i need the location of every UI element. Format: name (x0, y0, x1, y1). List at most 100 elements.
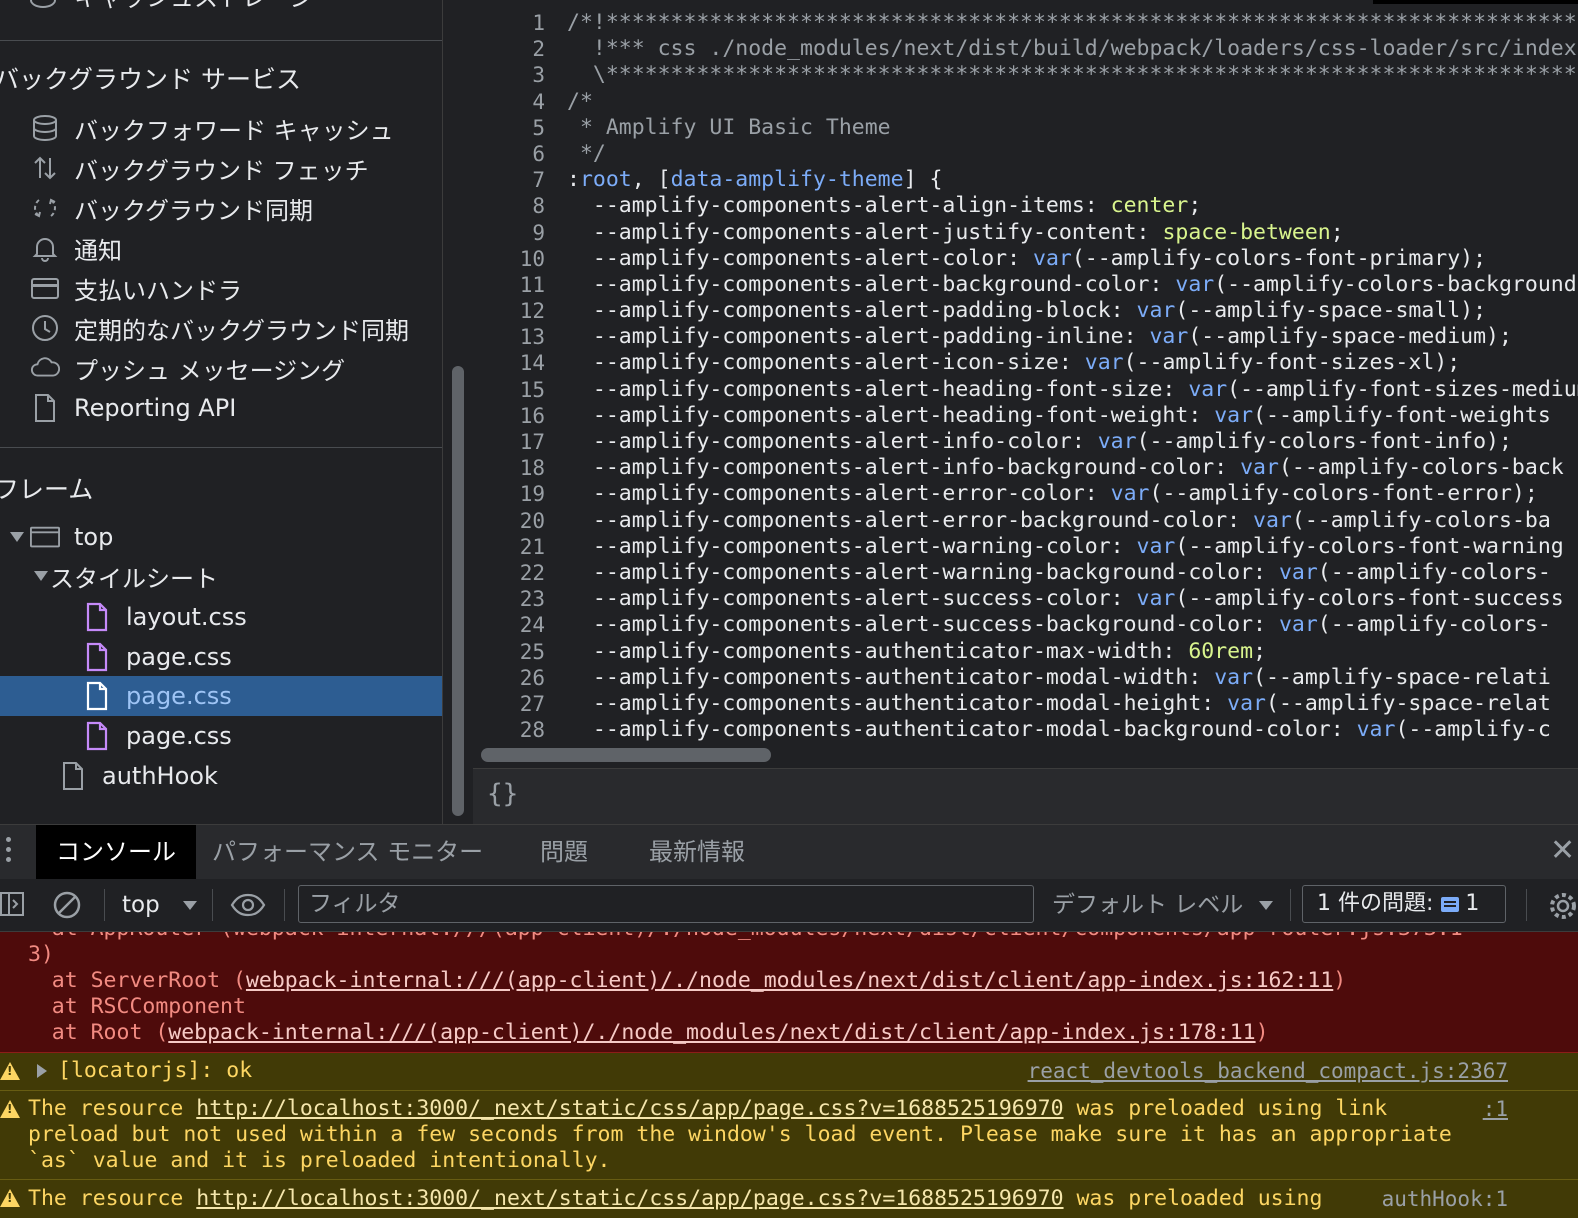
toolbar-separator (284, 889, 285, 921)
eye-icon[interactable] (230, 893, 266, 921)
log-levels-dropdown[interactable]: デフォルト レベル (1052, 879, 1273, 931)
issues-count: 1 (1465, 891, 1480, 916)
resource-link[interactable]: http://localhost:3000/_next/static/css/a… (196, 1186, 1063, 1211)
sidebar-item-label: 定期的なバックグラウンド同期 (74, 316, 410, 345)
line-number: 14 (519, 351, 545, 376)
console-messages[interactable]: at AppRouter (webpack-internal:///(app-c… (0, 932, 1578, 1218)
code-line: /*!*************************************… (567, 10, 1578, 35)
code-line: --amplify-components-authenticator-modal… (567, 690, 1551, 716)
context-selector[interactable]: top (122, 879, 198, 931)
error-stack-line: at RSCComponent (0, 994, 246, 1019)
css-file-icon (82, 681, 112, 711)
tab-issues[interactable]: 問題 (540, 825, 588, 879)
console-toolbar: top フィルタ デフォルト レベル 1 件の問題: 1 (0, 879, 1578, 932)
code-line: --amplify-components-alert-warning-backg… (567, 559, 1551, 585)
section-divider (0, 40, 442, 41)
line-number: 12 (519, 299, 545, 324)
script-item[interactable]: authHook (58, 756, 218, 796)
line-number: 22 (519, 560, 545, 585)
source-link[interactable]: :1 (1483, 1097, 1508, 1121)
sidebar-item-bfcache[interactable]: バックフォワード キャッシュ (30, 108, 394, 148)
cache-storage-item[interactable]: キャッシュストレージ (30, 0, 314, 12)
sidebar-item-periodic-sync[interactable]: 定期的なバックグラウンド同期 (30, 308, 409, 348)
line-number: 10 (519, 246, 545, 271)
scrollbar-thumb[interactable] (481, 748, 771, 762)
issues-button[interactable]: 1 件の問題: 1 (1302, 885, 1506, 923)
resource-link[interactable]: http://localhost:3000/_next/static/css/a… (196, 1096, 1063, 1121)
sidebar-item-reporting-api[interactable]: Reporting API (30, 388, 236, 428)
stylesheet-item[interactable]: page.css (82, 716, 232, 756)
pretty-print-icon[interactable]: {} (487, 779, 518, 809)
line-number: 23 (519, 587, 545, 612)
tab-performance-monitor[interactable]: パフォーマンス モニター (212, 825, 483, 879)
close-icon[interactable]: ✕ (1550, 833, 1575, 868)
clear-console-icon[interactable] (52, 890, 82, 924)
editor-footer: {} (473, 768, 1578, 825)
stack-text: 3) (28, 942, 54, 967)
line-number: 5 (532, 115, 545, 140)
frame-top[interactable]: top (10, 517, 113, 557)
code-line: --amplify-components-alert-color: var(--… (567, 245, 1487, 271)
stylesheets-folder[interactable]: スタイルシート (34, 556, 218, 596)
css-file-icon (82, 721, 112, 751)
sidebar-toggle-icon[interactable] (0, 891, 26, 923)
line-number: 9 (532, 220, 545, 245)
sidebar-item-label: 通知 (74, 236, 122, 265)
warning-text: [locatorjs]: ok (58, 1058, 253, 1083)
console-error-message: at AppRouter (webpack-internal:///(app-c… (0, 932, 1578, 1053)
document-icon (30, 393, 60, 423)
tab-console[interactable]: コンソール (36, 825, 196, 879)
code-line: --amplify-components-alert-background-co… (567, 271, 1577, 297)
file-label: page.css (126, 722, 232, 750)
expand-arrow-icon[interactable] (37, 1064, 47, 1078)
frames-title: フレーム (0, 475, 94, 504)
context-label: top (122, 892, 160, 918)
gear-icon[interactable] (1548, 891, 1578, 925)
more-options-icon[interactable] (6, 837, 14, 867)
sidebar-item-label: プッシュ メッセージング (74, 356, 346, 385)
stylesheet-item[interactable]: layout.css (82, 597, 247, 637)
horizontal-scrollbar[interactable] (473, 743, 1578, 768)
stylesheet-item-selected[interactable]: page.css (0, 676, 442, 716)
filter-input[interactable]: フィルタ (298, 885, 1034, 923)
sidebar-item-label: バックグラウンド同期 (74, 196, 314, 225)
sidebar-scrollbar[interactable] (442, 0, 473, 824)
source-link[interactable]: react_devtools_backend_compact.js:2367 (1028, 1059, 1508, 1083)
expand-arrow-icon[interactable] (34, 571, 48, 581)
sidebar-item-push-messaging[interactable]: プッシュ メッセージング (30, 348, 345, 388)
warning-text: was preloaded using link (1063, 1096, 1388, 1121)
sidebar-item-notifications[interactable]: 通知 (30, 228, 122, 268)
sidebar-item-label: バックフォワード キャッシュ (74, 116, 394, 145)
scrollbar-thumb[interactable] (452, 366, 464, 816)
line-number: 15 (519, 377, 545, 402)
code-line: --amplify-components-authenticator-max-w… (567, 638, 1267, 664)
code-line: :root, [data-amplify-theme] { (567, 167, 943, 193)
section-divider (0, 447, 442, 448)
stylesheet-item[interactable]: page.css (82, 637, 232, 677)
source-editor[interactable]: 1 2 3 4 5 6 7 8 9 10 11 12 13 14 15 16 17 18 19 20 21 22 23 24 2… (473, 0, 1578, 768)
stack-link[interactable]: webpack-internal:///(app-client)/./node_… (246, 968, 1333, 993)
line-number: 21 (519, 534, 545, 559)
sidebar-item-background-fetch[interactable]: バックグラウンド フェッチ (30, 148, 369, 188)
stack-link[interactable]: webpack-internal:///(app-client)/./node_… (168, 1020, 1255, 1045)
document-icon (58, 761, 88, 791)
file-label: authHook (102, 762, 218, 790)
code-line: --amplify-components-alert-success-backg… (567, 612, 1551, 638)
stack-text: ) (1255, 1020, 1269, 1045)
source-link[interactable]: authHook:1 (1382, 1187, 1508, 1211)
line-number-gutter: 1 2 3 4 5 6 7 8 9 10 11 12 13 14 15 16 17 18 19 20 21 22 23 24 2… (473, 10, 553, 743)
sidebar-item-background-sync[interactable]: バックグラウンド同期 (30, 188, 313, 228)
sidebar-item-payment-handler[interactable]: 支払いハンドラ (30, 268, 242, 308)
tab-whats-new[interactable]: 最新情報 (649, 825, 745, 879)
code-line: --amplify-components-alert-info-color: v… (567, 429, 1512, 454)
code-line: --amplify-components-alert-info-backgrou… (567, 455, 1564, 481)
code-line: --amplify-components-alert-error-backgro… (567, 507, 1551, 533)
code-area[interactable]: /*!*************************************… (567, 10, 1578, 743)
file-label: page.css (126, 682, 232, 710)
expand-arrow-icon[interactable] (10, 532, 24, 542)
css-file-icon (82, 642, 112, 672)
line-number: 13 (519, 325, 545, 350)
code-line: /* (567, 88, 593, 114)
css-file-icon (82, 602, 112, 632)
cache-storage-label: キャッシュストレージ (74, 0, 314, 13)
